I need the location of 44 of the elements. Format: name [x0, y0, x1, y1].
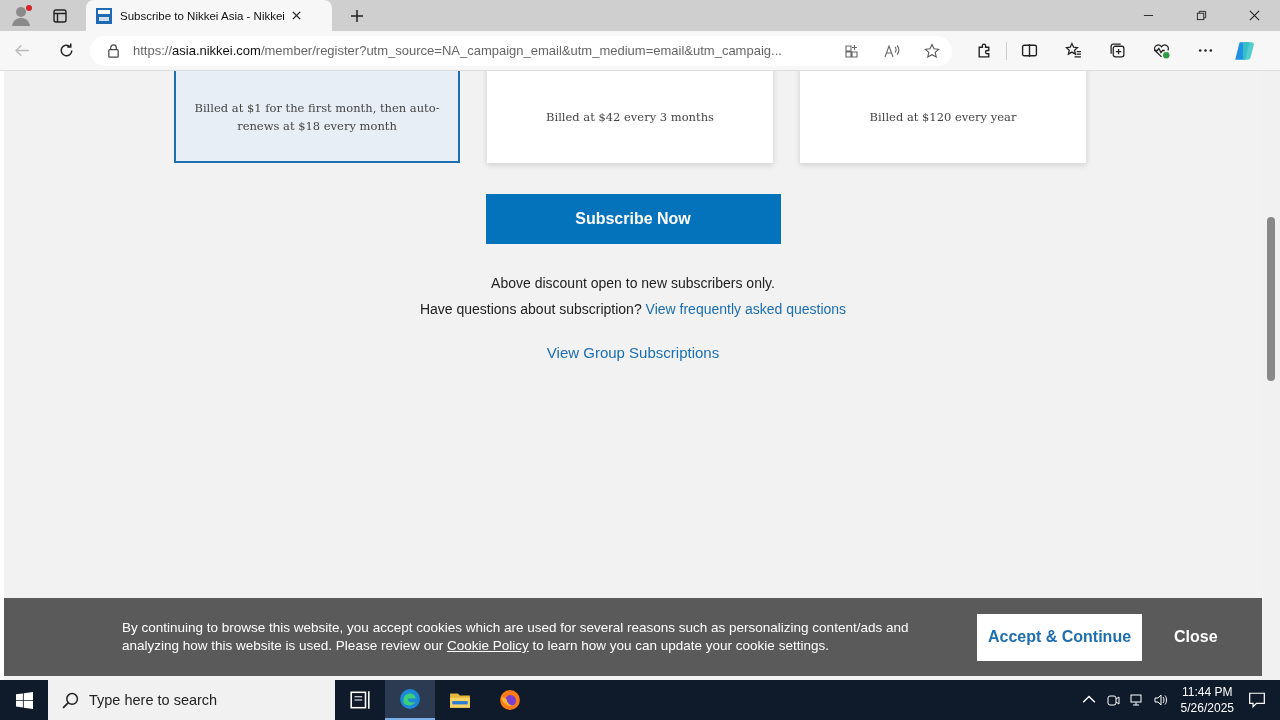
url-text: https://asia.nikkei.com/member/register?utm_source=NA_campaign_email&utm_medium=email&utm_campaig... [133, 43, 783, 58]
cookie-text: By continuing to browse this website, you accept cookies which are used for several reasons such as personalizing content/ads and analyzing how this website is used. Please review our Cookie Policy to learn how you can update your cookie settings. [122, 619, 910, 655]
close-button[interactable]: Close [1168, 627, 1224, 647]
plan-card[interactable]: Billed at $42 every 3 months [487, 71, 773, 163]
meet-icon[interactable] [1105, 693, 1120, 707]
restore-icon[interactable] [1196, 10, 1207, 21]
plan-card[interactable]: Billed at $120 every year [800, 71, 1086, 163]
network-icon[interactable] [1129, 693, 1144, 707]
clock-date[interactable]: 5/26/2025 [1180, 700, 1234, 716]
clock-time[interactable]: 11:44 PM [1182, 684, 1233, 700]
split-screen-icon[interactable] [1021, 42, 1038, 59]
star-icon[interactable] [924, 42, 940, 59]
lock-icon[interactable] [106, 43, 121, 58]
group-subscriptions-link[interactable]: View Group Subscriptions [546, 344, 720, 361]
volume-icon[interactable] [1153, 693, 1168, 707]
read-aloud-icon[interactable] [884, 42, 900, 59]
accept-button[interactable]: Accept & Continue [977, 613, 1142, 661]
edge-icon[interactable] [399, 688, 421, 710]
taskbar-search-field[interactable]: Type here to search [48, 680, 335, 720]
copilot-icon[interactable] [1233, 39, 1255, 62]
cookie-policy-link[interactable]: Cookie Policy [446, 638, 529, 653]
collections-icon[interactable] [1109, 42, 1126, 59]
health-icon[interactable] [1153, 42, 1170, 59]
browser-tab[interactable]: Subscribe to Nikkei Asia - Nikkei [86, 0, 332, 31]
faq-link[interactable]: View frequently asked questions [645, 301, 847, 317]
notification-icon[interactable] [1248, 691, 1266, 709]
firefox-icon[interactable] [499, 689, 521, 711]
tab-actions-icon[interactable] [52, 7, 68, 24]
app-available-icon[interactable] [844, 42, 860, 59]
plan-card[interactable]: Billed at $1 for the first month, then auto-renews at $18 every month [174, 71, 460, 163]
close-window-icon[interactable] [1249, 10, 1260, 21]
faq-text: Have questions about subscription? View frequently asked questions [419, 301, 847, 317]
profile-icon[interactable] [10, 3, 34, 28]
new-tab-icon[interactable] [350, 8, 364, 23]
refresh-icon[interactable] [58, 42, 75, 59]
search-icon [62, 691, 79, 709]
favicon-icon [96, 7, 112, 24]
task-view-icon[interactable] [349, 689, 371, 711]
address-bar[interactable]: https://asia.nikkei.com/member/register?utm_source=NA_campaign_email&utm_medium=email&utm_campaig... [90, 35, 952, 66]
start-icon[interactable] [16, 691, 33, 709]
discount-note: Above discount open to new subscribers only. [491, 275, 775, 291]
favorites-icon[interactable] [1065, 42, 1082, 59]
subscribe-button[interactable]: Subscribe Now [485, 194, 781, 244]
close-tab-icon[interactable] [290, 10, 302, 21]
